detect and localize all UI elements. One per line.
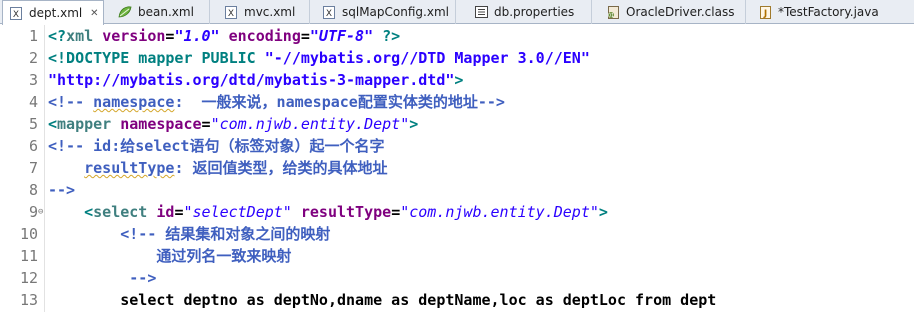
code-line: 10 <!-- 结果集和对象之间的映射 (0, 223, 914, 245)
xml-file-icon: X (322, 5, 336, 19)
tab-label: dept.xml (29, 6, 83, 20)
line-number: 5 (28, 115, 38, 133)
code-text: resultType: 返回值类型，给类的具体地址 (84, 159, 388, 177)
spring-leaf-icon (118, 5, 132, 19)
line-number: 8 (28, 181, 38, 199)
code-text: <!-- id:给select语句（标签对象）起一个名字 (48, 137, 385, 155)
class-file-icon: 01 (606, 5, 620, 19)
fold-collapse-icon[interactable]: ⊖ (38, 201, 46, 223)
code-line: 9 ⊖ <select id="selectDept" resultType="… (0, 201, 914, 223)
svg-text:J: J (762, 9, 766, 19)
xml-file-icon: X (224, 5, 238, 19)
tab-sqlmapconfig-xml[interactable]: X sqlMapConfig.xml (316, 0, 456, 24)
code-text: select deptno as deptNo,dname as deptNam… (120, 291, 717, 309)
close-icon[interactable]: ✕ (89, 8, 99, 19)
svg-text:X: X (13, 10, 19, 20)
code-line: 3 "http://mybatis.org/dtd/mybatis-3-mapp… (0, 69, 914, 91)
line-number: 10 (19, 225, 38, 243)
tab-label: bean.xml (138, 5, 194, 19)
line-number: 13 (19, 291, 38, 309)
line-number: 12 (19, 269, 38, 287)
code-text: --> (48, 181, 76, 199)
tab-label: *TestFactory.java (778, 5, 879, 19)
code-text: --> (129, 269, 157, 287)
tab-testfactory-java[interactable]: J *TestFactory.java (752, 0, 914, 24)
code-line: 12 --> (0, 267, 914, 289)
code-line: 13 select deptno as deptNo,dname as dept… (0, 289, 914, 311)
line-number: 9 (28, 203, 38, 221)
xml-file-icon: X (9, 6, 23, 20)
code-text: <mapper namespace="com.njwb.entity.Dept"… (48, 115, 419, 133)
svg-text:X: X (326, 9, 332, 19)
tab-label: db.properties (494, 5, 575, 19)
properties-file-icon (474, 5, 488, 19)
tab-bean-xml[interactable]: bean.xml (112, 0, 210, 24)
code-text: 通过列名一致来映射 (156, 247, 292, 265)
tab-oracledriver-class[interactable]: 01 OracleDriver.class (600, 0, 746, 24)
code-line: 4 <!-- namespace: 一般来说，namespace配置实体类的地址… (0, 91, 914, 113)
editor-tab-bar: X dept.xml ✕ bean.xml X mvc.xml X sqlMap… (0, 0, 914, 25)
line-number: 2 (28, 49, 38, 67)
java-file-icon: J (758, 5, 772, 19)
svg-text:X: X (228, 9, 234, 19)
code-text: <?xml version="1.0" encoding="UTF-8" ?> (48, 27, 401, 45)
code-editor[interactable]: 1 <?xml version="1.0" encoding="UTF-8" ?… (0, 25, 914, 312)
code-line: 2 <!DOCTYPE mapper PUBLIC "-//mybatis.or… (0, 47, 914, 69)
code-line: 1 <?xml version="1.0" encoding="UTF-8" ?… (0, 25, 914, 47)
tab-label: sqlMapConfig.xml (342, 5, 449, 19)
tab-label: OracleDriver.class (626, 5, 735, 19)
code-text: <!-- namespace: 一般来说，namespace配置实体类的地址--… (48, 93, 505, 111)
line-number: 1 (28, 27, 38, 45)
svg-text:01: 01 (607, 13, 613, 19)
code-text: <!-- 结果集和对象之间的映射 (120, 225, 331, 243)
code-line: 8 --> (0, 179, 914, 201)
line-number: 6 (28, 137, 38, 155)
code-line: 7 resultType: 返回值类型，给类的具体地址 (0, 157, 914, 179)
tab-label: mvc.xml (244, 5, 296, 19)
tab-mvc-xml[interactable]: X mvc.xml (218, 0, 310, 24)
line-number: 4 (28, 93, 38, 111)
code-line: 6 <!-- id:给select语句（标签对象）起一个名字 (0, 135, 914, 157)
code-text: <!DOCTYPE mapper PUBLIC "-//mybatis.org/… (48, 49, 590, 67)
code-text: <select id="selectDept" resultType="com.… (84, 203, 608, 221)
code-text: "http://mybatis.org/dtd/mybatis-3-mapper… (48, 71, 464, 89)
code-line: 5 <mapper namespace="com.njwb.entity.Dep… (0, 113, 914, 135)
tab-db-properties[interactable]: db.properties (468, 0, 592, 24)
line-number: 7 (28, 159, 38, 177)
code-line: 11 通过列名一致来映射 (0, 245, 914, 267)
line-number: 3 (28, 71, 38, 89)
line-number: 11 (19, 247, 38, 265)
tab-dept-xml[interactable]: X dept.xml ✕ (2, 0, 104, 25)
